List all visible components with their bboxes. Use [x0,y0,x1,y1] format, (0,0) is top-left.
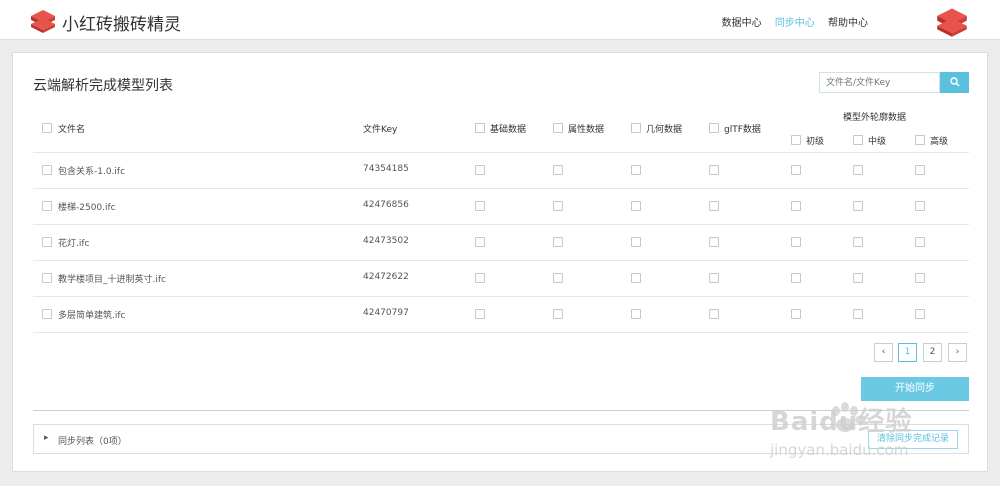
row-outline-mid-checkbox[interactable] [853,309,863,319]
col-header-geom: 几何数据 [646,125,683,135]
search-button[interactable] [940,72,969,93]
row-divider [33,332,969,333]
outline-mid-header-checkbox[interactable] [853,135,863,145]
row-basic-checkbox[interactable] [475,273,485,283]
pagination-page-1[interactable]: 1 [898,343,917,362]
row-gltf-checkbox[interactable] [709,165,719,175]
row-select-checkbox[interactable] [42,165,52,175]
row-outline-mid-checkbox[interactable] [853,165,863,175]
row-attr-checkbox[interactable] [553,165,563,175]
row-outline-basic-checkbox[interactable] [791,237,801,247]
search-input[interactable] [819,72,940,93]
row-filekey: 74354185 [363,164,409,174]
col-header-filekey: 文件Key [363,125,398,135]
row-basic-checkbox[interactable] [475,309,485,319]
row-gltf-checkbox[interactable] [709,201,719,211]
row-select-checkbox[interactable] [42,201,52,211]
row-outline-mid-checkbox[interactable] [853,273,863,283]
page-title: 云端解析完成模型列表 [33,78,173,94]
row-outline-mid-checkbox[interactable] [853,237,863,247]
row-filekey: 42473502 [363,236,409,246]
attr-data-header-checkbox[interactable] [553,123,563,133]
row-basic-checkbox[interactable] [475,201,485,211]
row-filename: 教学楼项目_十进制英寸.ifc [58,275,166,285]
select-all-checkbox[interactable] [42,123,52,133]
baidu-watermark: Baidu经验 jingyan.baidu.com [770,395,970,465]
basic-data-header-checkbox[interactable] [475,123,485,133]
row-outline-mid-checkbox[interactable] [853,201,863,211]
row-gltf-checkbox[interactable] [709,273,719,283]
row-gltf-checkbox[interactable] [709,237,719,247]
nav-sync-center[interactable]: 同步中心 [775,18,815,29]
col-header-filename: 文件名 [58,125,86,135]
col-header-outline-basic: 初级 [806,137,825,147]
sync-list-label: 同步列表（0项） [58,437,127,447]
brick-avatar-icon[interactable] [936,6,968,38]
row-geom-checkbox[interactable] [631,165,641,175]
row-outline-high-checkbox[interactable] [915,309,925,319]
col-group-outline: 模型外轮廓数据 [843,113,907,123]
row-select-checkbox[interactable] [42,309,52,319]
nav-data-center[interactable]: 数据中心 [722,18,762,29]
search-icon [949,77,959,87]
row-geom-checkbox[interactable] [631,237,641,247]
row-divider [33,188,969,189]
nav-help-center[interactable]: 帮助中心 [828,18,868,29]
row-divider [33,296,969,297]
row-select-checkbox[interactable] [42,273,52,283]
row-attr-checkbox[interactable] [553,273,563,283]
row-filename: 多层简单建筑.ifc [58,311,126,321]
row-select-checkbox[interactable] [42,237,52,247]
watermark-brand: Baidu经验 [770,407,913,437]
brick-logo-icon [31,10,55,33]
top-bar: 小红砖搬砖精灵 数据中心 同步中心 帮助中心 [0,0,1000,40]
row-divider [33,260,969,261]
row-geom-checkbox[interactable] [631,273,641,283]
col-header-gltf: glTF数据 [724,125,761,135]
pagination-page-2[interactable]: 2 [923,343,942,362]
geom-data-header-checkbox[interactable] [631,123,641,133]
row-filename: 包含关系-1.0.ifc [58,167,126,177]
watermark-url: jingyan.baidu.com [770,441,909,459]
header-divider [33,152,969,153]
row-outline-basic-checkbox[interactable] [791,165,801,175]
row-geom-checkbox[interactable] [631,201,641,211]
row-outline-high-checkbox[interactable] [915,201,925,211]
app-title: 小红砖搬砖精灵 [62,15,181,35]
top-nav: 数据中心 同步中心 帮助中心 [712,14,868,29]
outline-basic-header-checkbox[interactable] [791,135,801,145]
row-divider [33,224,969,225]
row-attr-checkbox[interactable] [553,201,563,211]
row-gltf-checkbox[interactable] [709,309,719,319]
outline-high-header-checkbox[interactable] [915,135,925,145]
row-geom-checkbox[interactable] [631,309,641,319]
row-attr-checkbox[interactable] [553,237,563,247]
row-basic-checkbox[interactable] [475,165,485,175]
row-outline-basic-checkbox[interactable] [791,201,801,211]
row-filename: 楼梯-2500.ifc [58,203,116,213]
pagination-next[interactable]: › [948,343,967,362]
row-outline-basic-checkbox[interactable] [791,273,801,283]
gltf-data-header-checkbox[interactable] [709,123,719,133]
row-outline-high-checkbox[interactable] [915,273,925,283]
row-filename: 花灯.ifc [58,239,90,249]
row-filekey: 42476856 [363,200,409,210]
row-basic-checkbox[interactable] [475,237,485,247]
col-header-attr: 属性数据 [568,125,605,135]
row-filekey: 42472622 [363,272,409,282]
row-outline-high-checkbox[interactable] [915,165,925,175]
col-header-outline-high: 高级 [930,137,949,147]
row-attr-checkbox[interactable] [553,309,563,319]
col-header-outline-mid: 中级 [868,137,887,147]
pagination-prev[interactable]: ‹ [874,343,893,362]
chevron-right-icon[interactable]: ▸ [44,433,49,443]
row-filekey: 42470797 [363,308,409,318]
row-outline-high-checkbox[interactable] [915,237,925,247]
row-outline-basic-checkbox[interactable] [791,309,801,319]
col-header-basic: 基础数据 [490,125,527,135]
